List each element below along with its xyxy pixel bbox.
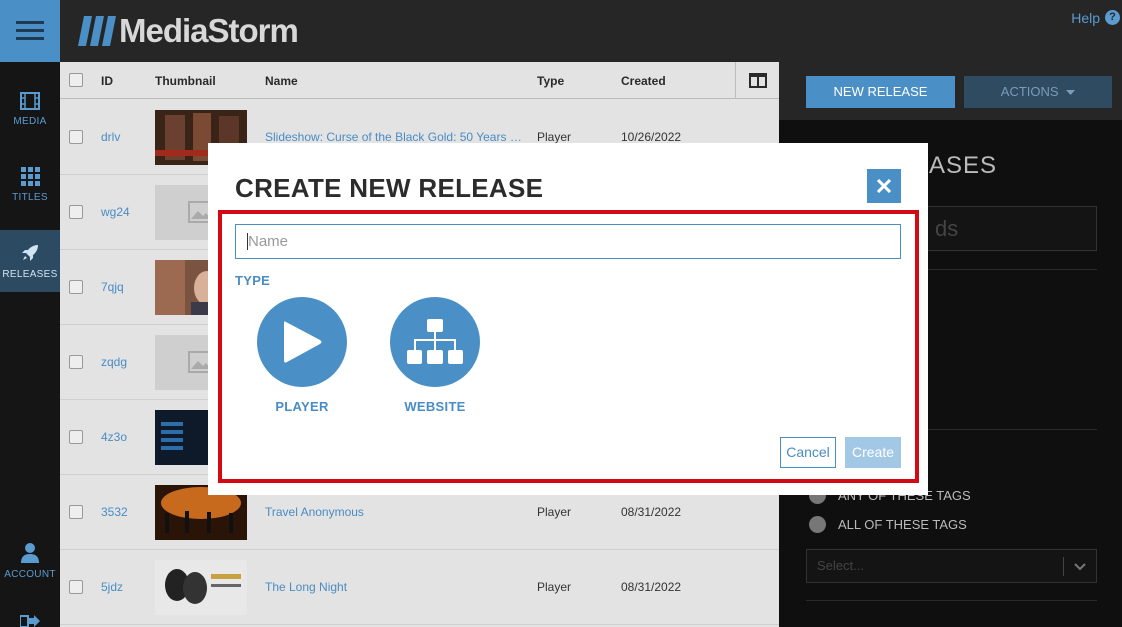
nav-item-releases[interactable]: RELEASES [0,230,60,292]
type-option-website[interactable]: WEBSITE [385,297,485,414]
close-icon [877,179,891,193]
row-created: 08/31/2022 [621,580,682,594]
row-name[interactable]: Travel Anonymous [265,505,525,519]
header-name[interactable]: Name [265,74,298,88]
row-checkbox[interactable] [69,280,83,294]
row-created: 08/31/2022 [621,505,682,519]
row-name[interactable]: Slideshow: Curse of the Black Gold: 50 Y… [265,130,525,144]
row-id[interactable]: 5jdz [101,580,123,594]
brand-logo-icon [78,16,116,46]
help-link[interactable]: Help [1071,10,1100,26]
nav-label: RELEASES [2,268,58,280]
nav-item-account[interactable]: ACCOUNT [0,530,60,592]
table-row[interactable]: 5jdz The Long Night Player 08/31/2022 [60,550,779,625]
row-checkbox[interactable] [69,130,83,144]
type-option-label: PLAYER [275,399,329,414]
row-name[interactable]: The Long Night [265,580,525,594]
radio-label: ALL OF THESE TAGS [838,517,967,532]
row-id[interactable]: drlv [101,130,120,144]
select-all-checkbox[interactable] [69,73,83,87]
row-checkbox[interactable] [69,205,83,219]
chevron-down-icon [1074,563,1086,571]
user-icon [21,542,39,563]
create-button[interactable]: Create [845,437,901,468]
grid-icon [20,167,40,186]
header-thumbnail: Thumbnail [155,74,216,88]
header-id[interactable]: ID [101,74,113,88]
brand-name: MediaStorm [119,12,299,49]
divider [806,600,1097,601]
nav-item-media[interactable]: MEDIA [0,78,60,140]
row-id[interactable]: 4z3o [101,430,127,444]
radio-button[interactable] [809,516,826,533]
panel-title: ASES [929,152,998,179]
sitemap-icon [407,319,463,364]
release-name-input[interactable] [235,224,901,259]
actions-label: ACTIONS [1000,84,1059,99]
tags-select[interactable]: Select... [806,549,1097,583]
type-label: TYPE [235,273,271,288]
columns-icon [748,73,767,88]
type-option-player[interactable]: PLAYER [252,297,352,414]
hamburger-icon [16,21,44,40]
type-circle[interactable] [257,297,347,387]
row-created: 10/26/2022 [621,130,682,144]
radio-all-tags[interactable]: ALL OF THESE TAGS [809,516,967,533]
modal-title: CREATE NEW RELEASE [235,173,544,203]
caret-down-icon [1066,89,1076,95]
row-checkbox[interactable] [69,355,83,369]
select-placeholder: Select... [817,558,864,573]
play-icon [284,321,322,363]
type-circle[interactable] [390,297,480,387]
type-option-label: WEBSITE [404,399,466,414]
logout-icon [19,615,40,627]
row-type: Player [537,505,572,519]
cancel-button[interactable]: Cancel [780,437,836,468]
row-id[interactable]: zqdg [101,355,127,369]
right-panel-toolbar: NEW RELEASE ACTIONS [779,62,1122,120]
new-release-button[interactable]: NEW RELEASE [806,76,955,108]
row-id[interactable]: wg24 [101,205,130,219]
menu-button[interactable] [0,0,60,62]
nav-label: ACCOUNT [4,568,56,580]
text-cursor [247,233,248,250]
nav-label: MEDIA [13,115,47,127]
column-picker-button[interactable] [735,62,779,99]
close-button[interactable] [867,169,901,203]
logout-button[interactable] [19,614,40,627]
row-id[interactable]: 3532 [101,505,128,519]
actions-dropdown[interactable]: ACTIONS [964,76,1112,108]
top-bar: MediaStorm Help ? [60,0,1122,62]
film-icon [20,91,40,110]
nav-item-titles[interactable]: TITLES [0,154,60,216]
table-header: ID Thumbnail Name Type Created [60,62,779,99]
header-created[interactable]: Created [621,74,666,88]
rocket-icon [22,244,38,261]
left-nav: MEDIA TITLES RELEASES ACCOUNT [0,0,60,627]
logo[interactable]: MediaStorm [78,12,299,50]
create-release-modal: CREATE NEW RELEASE TYPE PLAYER [208,143,928,495]
help-icon[interactable]: ? [1105,10,1120,25]
row-id[interactable]: 7qjq [101,280,124,294]
row-checkbox[interactable] [69,505,83,519]
nav-label: TITLES [12,192,48,203]
header-type[interactable]: Type [537,74,564,88]
row-checkbox[interactable] [69,430,83,444]
select-separator [1063,557,1064,576]
row-type: Player [537,130,572,144]
row-type: Player [537,580,572,594]
thumbnail-image [155,560,247,615]
row-checkbox[interactable] [69,580,83,594]
